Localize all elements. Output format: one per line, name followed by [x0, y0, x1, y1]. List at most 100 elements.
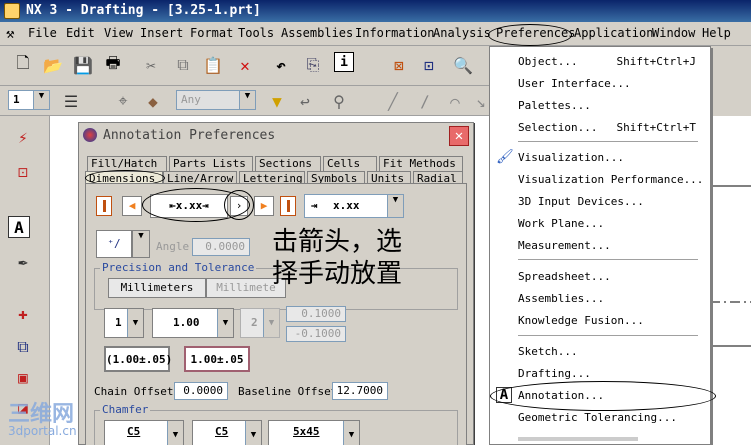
polyline-icon[interactable]: ∕ — [412, 88, 438, 114]
menu-tools[interactable]: Tools — [238, 26, 274, 40]
menu-analysis[interactable]: Analysis — [433, 26, 491, 40]
precision-group-label: Precision and Tolerance — [100, 261, 257, 274]
tab-fit-methods[interactable]: Fit Methods — [379, 156, 463, 171]
chamfer-style-3-select[interactable]: 5x45 ▼ — [268, 420, 360, 445]
millimeters-button[interactable]: Millimeters — [108, 278, 206, 298]
menu-item-assemblies[interactable]: Assemblies... — [518, 292, 604, 305]
precision-select[interactable]: 1 ▼ — [104, 308, 144, 338]
snap-point-icon[interactable]: ⌖ — [110, 88, 136, 114]
information-icon[interactable]: i — [334, 52, 354, 72]
layer-settings-icon[interactable]: ☰ — [58, 88, 84, 114]
nominal-format-select[interactable]: 1.00 ▼ — [152, 308, 234, 338]
tab-cells[interactable]: Cells — [323, 156, 377, 171]
visualization-icon: 🖌 — [496, 149, 514, 165]
menu-item-annotation[interactable]: Annotation... — [518, 389, 604, 402]
nominal-value: 1.00 — [173, 316, 200, 329]
menu-item-visualization-performance[interactable]: Visualization Performance... — [518, 173, 703, 186]
dimension-style-icon[interactable]: ⁺∕ — [96, 230, 132, 258]
menu-item-object[interactable]: Object... — [518, 55, 578, 68]
paste-icon[interactable]: 📋 — [200, 52, 226, 78]
menu-edit[interactable]: Edit — [66, 26, 95, 40]
line-icon[interactable]: ╱ — [380, 88, 406, 114]
chamfer-style-2-select[interactable]: C5 ▼ — [192, 420, 262, 445]
section-view-icon[interactable]: ▣ — [8, 364, 38, 390]
undo-icon[interactable]: ↶ — [268, 52, 294, 78]
chamfer-style-1-select[interactable]: C5 ▼ — [104, 420, 184, 445]
leader-icon[interactable]: ✒ — [8, 248, 38, 274]
menu-item-work-plane[interactable]: Work Plane... — [518, 217, 604, 230]
chevron-down-icon: ▼ — [33, 91, 49, 109]
save-icon[interactable]: 💾 — [70, 52, 96, 78]
type-filter-select[interactable]: Any ▼ — [176, 90, 256, 110]
dimension-icon[interactable]: ⚡ — [8, 124, 38, 150]
placement-bar-left-icon[interactable] — [96, 196, 112, 216]
fit-view-icon[interactable]: ⊠ — [386, 52, 412, 78]
menu-insert[interactable]: Insert — [140, 26, 183, 40]
text-placement-select[interactable]: ⇥ x.xx ▼ — [304, 194, 404, 218]
arrow-left-icon[interactable]: ◀ — [122, 196, 142, 216]
menu-item-sketch[interactable]: Sketch... — [518, 345, 578, 358]
menu-item-spreadsheet[interactable]: Spreadsheet... — [518, 270, 611, 283]
dimension-placement-button[interactable]: ⇤x.xx⇥ — [150, 194, 228, 218]
arrow-right-icon[interactable]: ▶ — [254, 196, 274, 216]
tolerance-style-bilateral-button[interactable]: 1.00±.05 — [184, 346, 250, 372]
repeat-command-icon[interactable]: ⎘ — [300, 52, 326, 78]
annotation-menu-icon: A — [496, 387, 512, 403]
baseline-offset-label: Baseline Offset — [238, 385, 338, 398]
cut-icon[interactable]: ✂ — [138, 52, 164, 78]
menu-application[interactable]: Application — [574, 26, 653, 40]
menu-separator — [518, 335, 698, 336]
new-file-icon[interactable]: 🗋 — [10, 52, 36, 78]
menu-view[interactable]: View — [104, 26, 133, 40]
menu-item-visualization[interactable]: Visualization... — [518, 151, 624, 164]
menu-format[interactable]: Format — [190, 26, 233, 40]
menu-window[interactable]: Window — [652, 26, 695, 40]
chamfer-group-label: Chamfer — [100, 403, 151, 416]
menu-item-geometric-tolerancing[interactable]: Geometric Tolerancing... — [518, 411, 677, 424]
delete-icon[interactable]: ✕ — [232, 52, 258, 78]
view-add-icon[interactable]: ⧉ — [8, 334, 38, 360]
dimension-arrows-icon: ⇥ — [202, 199, 209, 212]
menu-item-partially-visible — [518, 437, 638, 441]
dimension-style-dropdown[interactable]: ▼ — [132, 230, 150, 258]
feature-control-icon[interactable]: ⚀ — [8, 158, 38, 184]
tab-parts-lists[interactable]: Parts Lists — [169, 156, 253, 171]
menu-item-measurement[interactable]: Measurement... — [518, 239, 611, 252]
menu-item-user-interface[interactable]: User Interface... — [518, 77, 631, 90]
close-icon[interactable]: ✕ — [449, 126, 469, 146]
chain-offset-input[interactable]: 0.0000 — [174, 382, 228, 400]
arc-icon[interactable]: ⌒ — [442, 88, 468, 114]
tab-sections[interactable]: Sections — [255, 156, 321, 171]
menu-assemblies[interactable]: Assemblies — [281, 26, 353, 40]
menu-preferences[interactable]: Preferences — [496, 26, 575, 40]
placement-bar-right-icon[interactable] — [280, 196, 296, 216]
menu-file[interactable]: File — [28, 26, 57, 40]
menu-item-palettes[interactable]: Palettes... — [518, 99, 591, 112]
tolerance-style-limit-button[interactable]: (1.00±.05) — [104, 346, 172, 372]
menu-item-drafting[interactable]: Drafting... — [518, 367, 591, 380]
menu-item-3d-input-devices[interactable]: 3D Input Devices... — [518, 195, 644, 208]
selection-toolbar: 1 ▼ ☰ ⌖ ◆ Any ▼ ▼ ↩ ⚲ ╱ ∕ ⌒ ↘ — [0, 86, 490, 116]
selection-mode-icon[interactable]: ⚲ — [326, 88, 352, 114]
annotation-text-icon[interactable]: A — [8, 216, 30, 238]
menu-information[interactable]: Information — [355, 26, 434, 40]
tab-fill-hatch[interactable]: Fill/Hatch — [87, 156, 167, 171]
shortcut-selection: Shift+Ctrl+T — [616, 121, 696, 134]
zoom-window-icon[interactable]: 🔍 — [450, 52, 476, 78]
print-icon[interactable]: 🖶 — [100, 52, 126, 78]
layer-select[interactable]: 1 ▼ — [8, 90, 50, 110]
text-placement-value: x.xx — [333, 199, 360, 212]
copy-icon[interactable]: ⧉ — [170, 52, 196, 78]
filter-icon[interactable]: ▼ — [264, 88, 290, 114]
solid-body-icon[interactable]: ◆ — [140, 88, 166, 114]
chevron-right-icon[interactable]: › — [230, 196, 248, 216]
symbol-icon[interactable]: ✚ — [8, 300, 38, 326]
menu-item-selection[interactable]: Selection... — [518, 121, 597, 134]
zoom-icon[interactable]: ⊡ — [416, 52, 442, 78]
menu-item-knowledge-fusion[interactable]: Knowledge Fusion... — [518, 314, 644, 327]
menu-help[interactable]: Help — [702, 26, 731, 40]
open-folder-icon[interactable]: 📂 — [40, 52, 66, 78]
deselect-icon[interactable]: ↩ — [292, 88, 318, 114]
dimension-arrows-icon: ⇤ — [169, 199, 176, 212]
baseline-offset-input[interactable]: 12.7000 — [332, 382, 388, 400]
